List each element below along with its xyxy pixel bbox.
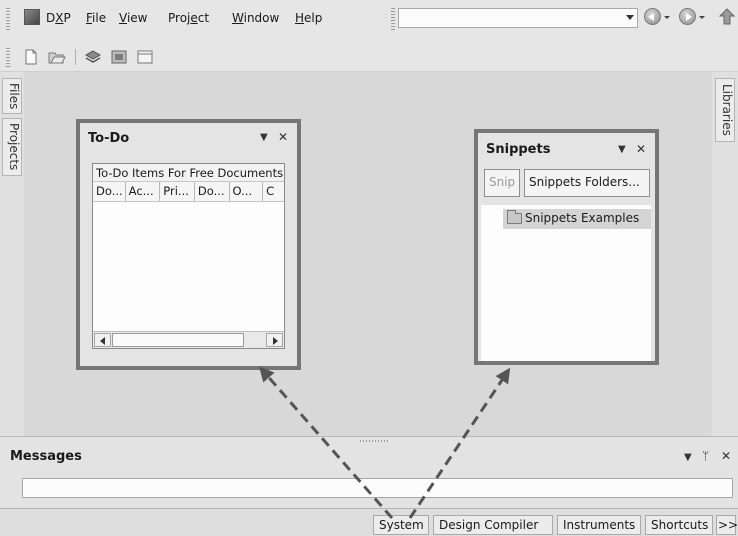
- menu-accelerator: F: [86, 11, 93, 25]
- folder-icon: [507, 210, 522, 224]
- tab-libraries[interactable]: Libraries: [715, 78, 735, 142]
- back-dropdown-icon[interactable]: [664, 16, 670, 19]
- up-arrow-icon[interactable]: [718, 8, 736, 25]
- toolbar-grip-handle[interactable]: [6, 48, 10, 68]
- status-button-more[interactable]: >>: [716, 515, 738, 535]
- todo-horizontal-scrollbar[interactable]: [93, 331, 284, 348]
- menu-window[interactable]: Window: [232, 11, 279, 25]
- snippets-panel-title: Snippets: [486, 142, 551, 157]
- snippets-folders-button[interactable]: Snippets Folders...: [524, 169, 650, 197]
- combo-dropdown-arrow-icon[interactable]: [626, 15, 634, 20]
- right-dock-strip: Libraries: [712, 72, 738, 436]
- column-header[interactable]: Do...: [195, 182, 230, 201]
- messages-dropdown-icon[interactable]: ▼: [684, 452, 692, 463]
- column-header[interactable]: O...: [230, 182, 264, 201]
- snippets-tree[interactable]: Snippets Examples: [481, 205, 651, 361]
- snippets-panel: Snippets ▼ ✕ Snip Snippets Folders... Sn…: [474, 129, 659, 365]
- column-header[interactable]: Pri...: [160, 182, 195, 201]
- new-document-icon[interactable]: [22, 48, 40, 66]
- search-combo-box[interactable]: [398, 8, 638, 28]
- tree-item-snippets-examples[interactable]: Snippets Examples: [503, 209, 651, 229]
- column-header[interactable]: Ac...: [126, 182, 161, 201]
- menu-help[interactable]: Help: [295, 11, 322, 25]
- todo-list-header: To-Do Items For Free Documents: [93, 164, 284, 182]
- todo-list-view[interactable]: To-Do Items For Free Documents Do... Ac.…: [92, 163, 285, 349]
- menu-accelerator: H: [295, 11, 305, 25]
- messages-close-icon[interactable]: ✕: [721, 449, 731, 463]
- forward-dropdown-icon[interactable]: [699, 16, 705, 19]
- status-button-shortcuts[interactable]: Shortcuts: [645, 515, 713, 535]
- menu-accelerator: V: [119, 11, 127, 25]
- messages-list[interactable]: [22, 478, 733, 498]
- todo-close-icon[interactable]: ✕: [278, 130, 288, 144]
- todo-dropdown-icon[interactable]: ▼: [260, 132, 268, 143]
- forward-arrow-icon[interactable]: [679, 8, 696, 25]
- status-button-instruments[interactable]: Instruments: [557, 515, 641, 535]
- menu-grip-handle[interactable]: [6, 8, 10, 30]
- menu-accelerator: X: [55, 11, 64, 25]
- status-bar: System Design Compiler Instruments Short…: [0, 508, 738, 536]
- status-button-design-compiler[interactable]: Design Compiler: [433, 515, 553, 535]
- splitter-grip-handle[interactable]: [360, 440, 390, 442]
- messages-pin-icon[interactable]: ᛘ: [702, 449, 709, 463]
- menu-project[interactable]: Project: [168, 11, 209, 25]
- toolbar: [0, 40, 738, 72]
- column-header[interactable]: C: [263, 182, 284, 201]
- scroll-left-arrow-icon[interactable]: [94, 333, 111, 347]
- back-arrow-icon[interactable]: [644, 8, 661, 25]
- todo-column-headers: Do... Ac... Pri... Do... O... C: [93, 182, 284, 202]
- menu-file[interactable]: File: [86, 11, 106, 25]
- layers-icon[interactable]: [84, 48, 102, 66]
- snippets-close-icon[interactable]: ✕: [636, 142, 646, 156]
- todo-panel-title: To-Do: [88, 131, 130, 146]
- device-sheet-icon[interactable]: [110, 48, 128, 66]
- menu-bar: DXP File View Project Window Help: [0, 0, 738, 40]
- open-folder-icon[interactable]: [48, 48, 66, 66]
- scrollbar-thumb[interactable]: [112, 333, 244, 347]
- dxp-logo-icon: [24, 9, 40, 25]
- tree-item-label: Snippets Examples: [525, 211, 640, 225]
- left-dock-strip: Files Projects: [0, 72, 24, 436]
- messages-panel: Messages ▼ ᛘ ✕: [0, 436, 738, 508]
- snip-button[interactable]: Snip: [484, 169, 520, 197]
- tab-projects[interactable]: Projects: [2, 118, 22, 176]
- todo-panel: To-Do ▼ ✕ To-Do Items For Free Documents…: [76, 119, 301, 370]
- window-icon[interactable]: [136, 48, 154, 66]
- column-header[interactable]: Do...: [93, 182, 126, 201]
- scroll-right-arrow-icon[interactable]: [266, 333, 283, 347]
- status-button-system[interactable]: System: [373, 515, 429, 535]
- tab-files[interactable]: Files: [2, 78, 22, 114]
- menu-accelerator: e: [190, 11, 198, 25]
- menu-accelerator: W: [232, 11, 244, 25]
- menu-dxp[interactable]: DXP: [46, 11, 71, 25]
- messages-panel-title: Messages: [10, 449, 82, 464]
- menu-view[interactable]: View: [119, 11, 147, 25]
- toolbar-separator: [75, 49, 76, 65]
- snippets-dropdown-icon[interactable]: ▼: [618, 144, 626, 155]
- search-grip-handle[interactable]: [391, 8, 395, 30]
